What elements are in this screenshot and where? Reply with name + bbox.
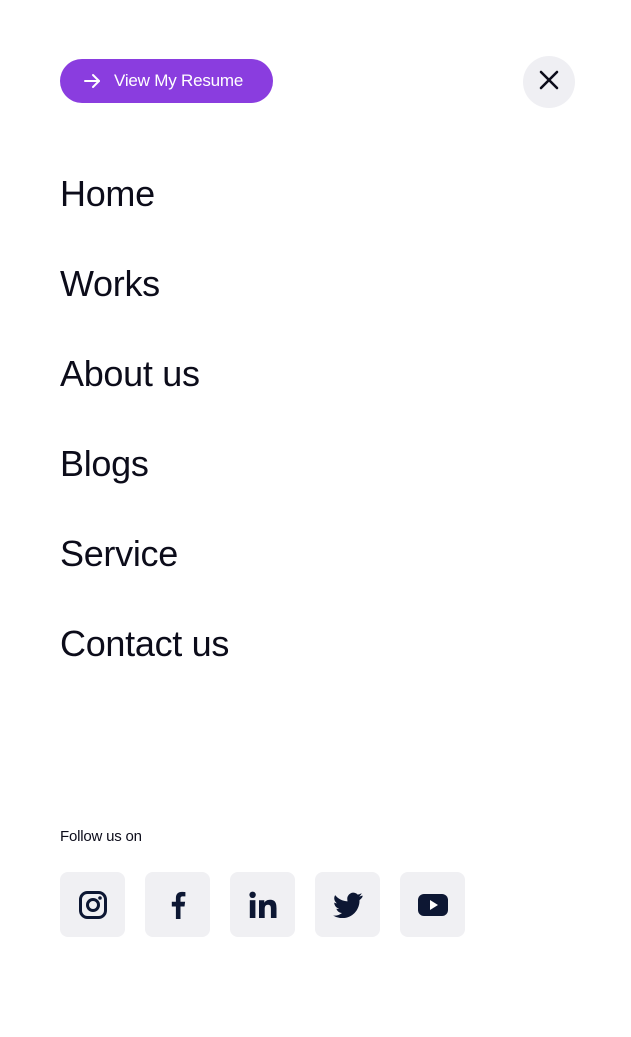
nav-item-contact: Contact us (60, 618, 229, 708)
linkedin-link[interactable] (230, 872, 295, 937)
close-menu-button[interactable] (523, 56, 575, 108)
nav-link-service[interactable]: Service (60, 528, 178, 580)
close-icon (538, 69, 560, 96)
nav-item-about: About us (60, 348, 229, 438)
main-nav: Home Works About us Blogs Service Contac… (60, 168, 229, 708)
social-links (60, 872, 465, 937)
facebook-icon (170, 891, 186, 919)
linkedin-icon (248, 891, 277, 919)
nav-link-home[interactable]: Home (60, 168, 155, 220)
nav-item-service: Service (60, 528, 229, 618)
instagram-icon (78, 890, 107, 919)
nav-item-works: Works (60, 258, 229, 348)
view-resume-label: View My Resume (114, 71, 244, 90)
nav-link-blogs[interactable]: Blogs (60, 438, 149, 490)
nav-link-contact[interactable]: Contact us (60, 618, 229, 670)
view-resume-button[interactable]: View My Resume (60, 59, 273, 103)
youtube-link[interactable] (400, 872, 465, 937)
facebook-link[interactable] (145, 872, 210, 937)
arrow-right-icon (82, 71, 102, 91)
twitter-link[interactable] (315, 872, 380, 937)
nav-item-blogs: Blogs (60, 438, 229, 528)
nav-item-home: Home (60, 168, 229, 258)
instagram-link[interactable] (60, 872, 125, 937)
youtube-icon (417, 893, 448, 916)
nav-link-works[interactable]: Works (60, 258, 160, 310)
follow-us-heading: Follow us on (60, 828, 142, 845)
twitter-icon (332, 892, 363, 918)
nav-link-about[interactable]: About us (60, 348, 200, 400)
